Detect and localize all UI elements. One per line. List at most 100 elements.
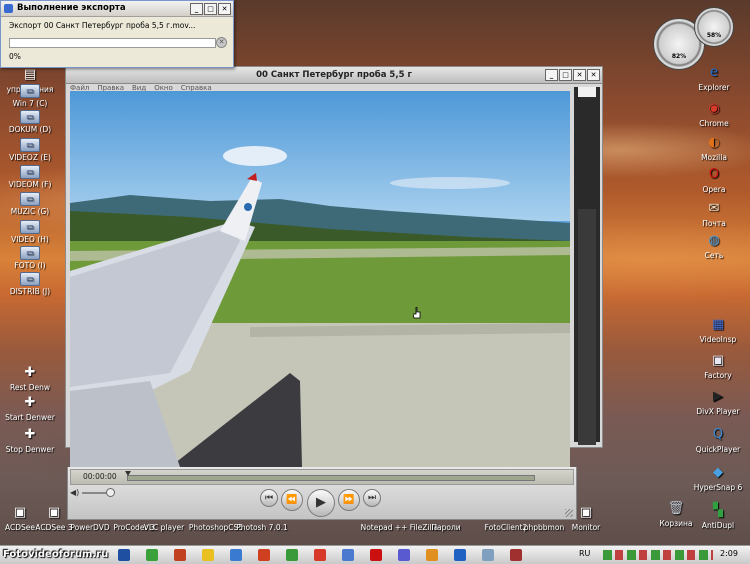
taskbar-app-icon[interactable] <box>454 549 466 561</box>
left-icon-9[interactable]: ✚ Rest Denw <box>0 364 60 392</box>
right-icon-3[interactable]: O Opera <box>684 166 744 194</box>
right-icon-1[interactable]: ◉ Chrome <box>684 100 744 128</box>
cancel-export-icon[interactable]: ✕ <box>216 37 227 48</box>
right-icon-glyph: O <box>708 167 720 182</box>
left-icon-glyph: ▤ <box>23 67 37 82</box>
left-icon-2[interactable]: ▭ DOKUM (D) <box>0 110 60 134</box>
right-icon-7[interactable]: ▣ Factory <box>688 352 748 380</box>
right-icon-label: Chrome <box>699 119 729 128</box>
right-icon-8[interactable]: ▶ DivX Player <box>688 388 748 416</box>
right-icon-4[interactable]: ✉ Почта <box>684 200 744 228</box>
right-icon-glyph: 🗑 <box>667 501 685 516</box>
taskbar-app-icon[interactable] <box>202 549 214 561</box>
export-close-button[interactable]: ✕ <box>218 3 231 15</box>
left-icon-4[interactable]: ▭ VIDEOM (F) <box>0 165 60 189</box>
right-icon-label: Opera <box>702 185 726 194</box>
right-icon-0[interactable]: e Explorer <box>684 64 744 92</box>
right-icon-label: HyperSnap 6 <box>693 483 743 492</box>
left-icon-glyph: ✚ <box>24 365 36 380</box>
right-icon-label: Factory <box>704 371 732 380</box>
bottom-icon-label: VLC player <box>143 523 185 532</box>
watermark: Fotovideoforum.ru <box>3 549 109 560</box>
left-icon-label: MUZIC (G) <box>10 207 50 216</box>
taskbar-app-icon[interactable] <box>258 549 270 561</box>
taskbar-app-icon[interactable] <box>482 549 494 561</box>
left-icon-6[interactable]: ▭ VIDEO (H) <box>0 220 60 244</box>
left-icon-7[interactable]: ▭ FOTO (I) <box>0 246 60 270</box>
left-icon-label: Win 7 (C) <box>12 99 48 108</box>
player-titlebar[interactable]: 00 Санкт Петербург проба 5,5 г _ □ ✕ ✕ <box>66 67 602 84</box>
taskbar-app-icon[interactable] <box>118 549 130 561</box>
right-icon-glyph: ◐ <box>708 135 720 150</box>
skip-forward-button[interactable]: ⏭ <box>363 489 381 507</box>
memory-gauge-value: 58% <box>706 32 722 39</box>
export-percent: 0% <box>9 52 21 61</box>
memory-gauge-gadget[interactable]: 58% <box>694 7 734 47</box>
left-icon-1[interactable]: ▭ Win 7 (C) <box>0 84 60 108</box>
timeline-track[interactable] <box>127 475 535 481</box>
quicktime-icon <box>4 4 13 13</box>
export-dialog-window-buttons: _ □ ✕ <box>190 3 231 15</box>
right-icon-6[interactable]: ▦ VideoInsp <box>688 316 748 344</box>
minimize-button[interactable]: _ <box>545 69 558 81</box>
play-button[interactable]: ▶ <box>307 489 335 517</box>
left-icon-label: Start Denwer <box>5 413 55 422</box>
left-icon-glyph: ▭ <box>20 165 40 179</box>
bottom-icon-label: Monitor <box>571 523 601 532</box>
left-icon-11[interactable]: ✚ Stop Denwer <box>0 426 60 454</box>
taskbar-app-icon[interactable] <box>398 549 410 561</box>
export-dialog-titlebar[interactable]: Выполнение экспорта _ □ ✕ <box>1 1 233 17</box>
taskbar-app-icon[interactable] <box>230 549 242 561</box>
left-icon-glyph: ✚ <box>24 395 36 410</box>
volume-icon[interactable]: ◀) <box>70 488 79 497</box>
left-icon-8[interactable]: ▭ DISTRIB (J) <box>0 272 60 296</box>
video-frame[interactable] <box>70 91 570 467</box>
right-icon-12[interactable]: ▚ AntiDupl <box>688 502 748 530</box>
taskbar-app-icon[interactable] <box>286 549 298 561</box>
left-icon-10[interactable]: ✚ Start Denwer <box>0 394 60 422</box>
bottom-icon-label: Пароли <box>431 523 461 532</box>
fast-forward-button[interactable]: ⏩ <box>338 489 360 511</box>
taskbar-app-icon[interactable] <box>146 549 158 561</box>
right-icon-glyph: ▦ <box>711 317 725 332</box>
left-icon-glyph: ▭ <box>20 84 40 98</box>
language-indicator[interactable]: RU <box>579 549 590 558</box>
volume-slider[interactable] <box>82 492 108 494</box>
left-icon-glyph: ▭ <box>20 192 40 206</box>
right-icon-glyph: Q <box>712 427 724 442</box>
rewind-button[interactable]: ⏪ <box>281 489 303 511</box>
taskbar-app-icon[interactable] <box>314 549 326 561</box>
left-icon-3[interactable]: ▭ VIDEOZ (E) <box>0 138 60 162</box>
right-icon-2[interactable]: ◐ Mozilla <box>684 134 744 162</box>
left-icon-5[interactable]: ▭ MUZIC (G) <box>0 192 60 216</box>
taskbar-app-icon[interactable] <box>174 549 186 561</box>
close-back-button[interactable]: ✕ <box>587 69 600 81</box>
taskbar-app-icon[interactable] <box>510 549 522 561</box>
left-icon-label: Rest Denw <box>10 383 50 392</box>
playhead[interactable] <box>125 471 131 476</box>
export-progress-bar <box>9 38 216 48</box>
right-icon-5[interactable]: ◍ Сеть <box>684 232 744 260</box>
right-icon-9[interactable]: Q QuickPlayer <box>688 426 748 454</box>
timeline[interactable]: 00:00:00 <box>70 469 574 485</box>
right-icon-10[interactable]: ◆ HyperSnap 6 <box>688 464 748 492</box>
resize-grip[interactable] <box>565 509 573 517</box>
taskbar-app-icon[interactable] <box>342 549 354 561</box>
taskbar-app-icon[interactable] <box>426 549 438 561</box>
left-icon-label: VIDEOM (F) <box>8 180 52 189</box>
hand-cursor-icon <box>412 306 421 319</box>
right-icon-glyph: e <box>710 65 718 80</box>
export-minimize-button[interactable]: _ <box>190 3 203 15</box>
right-icon-label: Сеть <box>704 251 724 260</box>
taskbar-app-icon[interactable] <box>370 549 382 561</box>
clock[interactable]: 2:09 <box>720 549 738 558</box>
taskbar: RU 2:09 <box>0 545 750 564</box>
export-maximize-button[interactable]: □ <box>204 3 217 15</box>
player-controls: 00:00:00 ◀) ⏮ ⏪ ▶ ⏩ ⏭ <box>67 467 577 520</box>
right-icon-label: Почта <box>702 219 726 228</box>
volume-knob[interactable] <box>105 488 115 497</box>
export-progress-dialog[interactable]: Выполнение экспорта _ □ ✕ Экспорт 00 Сан… <box>0 0 234 68</box>
skip-back-button[interactable]: ⏮ <box>260 489 278 507</box>
close-button[interactable]: ✕ <box>573 69 586 81</box>
maximize-button[interactable]: □ <box>559 69 572 81</box>
